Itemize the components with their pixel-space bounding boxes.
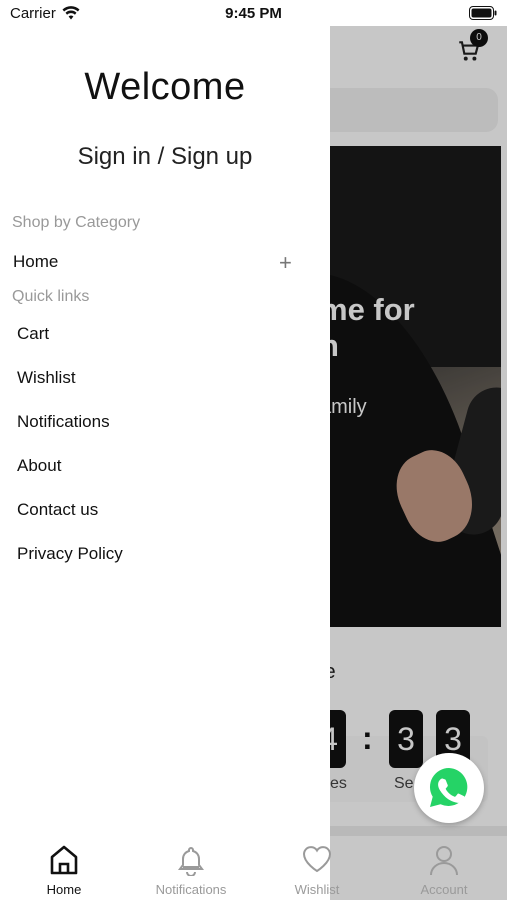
heart-icon [267, 844, 367, 874]
home-icon [14, 844, 114, 876]
tab-notifications[interactable]: Notifications [141, 836, 241, 900]
quick-link-wishlist[interactable]: Wishlist [17, 368, 76, 388]
bell-icon [141, 844, 241, 876]
whatsapp-icon [429, 768, 468, 807]
tab-account[interactable]: Account [394, 836, 494, 900]
whatsapp-button[interactable] [414, 753, 484, 823]
shop-by-category-label: Shop by Category [12, 214, 141, 231]
tab-notifications-label: Notifications [155, 882, 227, 897]
status-bar: Carrier 9:45 PM [0, 0, 507, 28]
battery-icon [469, 6, 497, 25]
clock: 9:45 PM [225, 5, 282, 22]
quick-link-contact-us[interactable]: Contact us [17, 500, 98, 520]
quick-link-about[interactable]: About [17, 456, 61, 476]
quick-link-notifications[interactable]: Notifications [17, 412, 110, 432]
tab-wishlist-label: Wishlist [294, 882, 340, 897]
person-icon [394, 844, 494, 876]
side-drawer: Welcome Sign in / Sign up Shop by Catego… [0, 0, 330, 900]
quick-link-cart[interactable]: Cart [17, 324, 49, 344]
tab-account-label: Account [420, 882, 468, 897]
quick-links-label: Quick links [12, 288, 90, 305]
category-item-home[interactable]: Home [13, 252, 58, 272]
tab-wishlist[interactable]: Wishlist [267, 836, 367, 900]
welcome-title: Welcome [84, 66, 246, 108]
tab-home-label: Home [46, 882, 82, 897]
bottom-nav: Home Notifications Wishlist Account [0, 836, 507, 900]
sign-in-link[interactable]: Sign in / Sign up [0, 143, 330, 171]
tab-home[interactable]: Home [14, 836, 114, 900]
quick-link-privacy-policy[interactable]: Privacy Policy [17, 544, 123, 564]
plus-icon[interactable]: + [279, 250, 292, 276]
